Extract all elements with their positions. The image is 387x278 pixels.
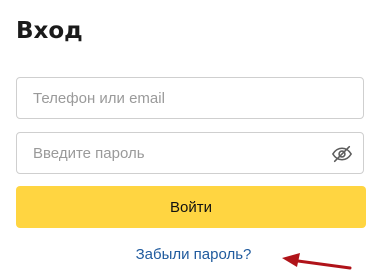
arrow-left-icon [282, 253, 352, 270]
password-input[interactable] [17, 133, 363, 173]
page-title: Вход [16, 18, 83, 44]
eye-off-icon[interactable] [331, 143, 353, 165]
login-page: Вход Войти Забыли пароль? [0, 0, 387, 278]
login-field[interactable] [16, 77, 364, 119]
login-input[interactable] [17, 78, 363, 118]
login-button[interactable]: Войти [16, 186, 366, 228]
password-field[interactable] [16, 132, 364, 174]
